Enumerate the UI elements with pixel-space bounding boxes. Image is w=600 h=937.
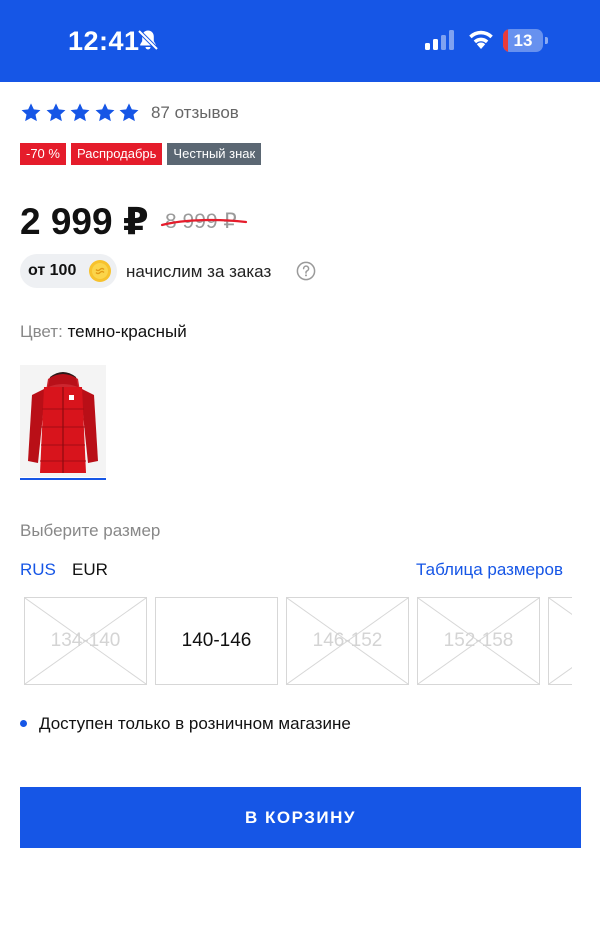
color-swatch-jacket[interactable] <box>20 365 106 477</box>
current-price: 2 999 ₽ <box>20 201 149 242</box>
star-icon <box>70 103 90 122</box>
size-option-label: 134-140 <box>50 630 121 651</box>
add-to-cart-button[interactable]: В КОРЗИНУ <box>20 787 581 848</box>
size-option[interactable]: 152-158 <box>417 597 540 685</box>
reviews-count[interactable]: 87 отзывов <box>151 103 239 123</box>
coin-icon <box>89 260 111 282</box>
star-icon <box>119 103 139 122</box>
bonus-pill: от 100 <box>20 254 117 288</box>
bell-slash-icon <box>137 29 159 51</box>
color-row: Цвет: темно-красный <box>20 322 187 342</box>
size-option[interactable]: 134-140 <box>24 597 147 685</box>
size-system-eur[interactable]: EUR <box>72 560 108 580</box>
size-system-rus[interactable]: RUS <box>20 560 56 580</box>
cellular-signal-icon <box>425 30 454 50</box>
size-option-label: 140-146 <box>181 630 252 651</box>
size-option-label: 146-152 <box>312 630 383 651</box>
star-icon <box>95 103 115 122</box>
star-icon <box>46 103 66 122</box>
help-icon[interactable] <box>296 261 316 281</box>
product-rating[interactable]: 87 отзывов <box>20 102 239 124</box>
battery-level: 13 <box>513 31 533 50</box>
size-option-label <box>549 598 572 684</box>
status-bar: 12:41 13 <box>0 0 600 82</box>
badges: -70 % Распродабрь Честный знак <box>20 143 266 165</box>
color-value: темно-красный <box>67 322 187 341</box>
rating-stars <box>20 102 143 124</box>
size-option-label: 152-158 <box>443 630 514 651</box>
bonus-label: начислим за заказ <box>126 262 272 281</box>
size-option[interactable] <box>548 597 572 685</box>
color-label: Цвет: <box>20 322 63 341</box>
battery-icon: 13 <box>503 29 548 52</box>
availability-text: Доступен только в розничном магазине <box>39 714 351 733</box>
bonus-amount: от 100 <box>28 262 77 279</box>
discount-badge: -70 % <box>20 143 66 165</box>
size-title: Выберите размер <box>20 521 161 540</box>
star-icon <box>21 103 41 122</box>
status-time: 12:41 <box>68 26 140 56</box>
wifi-icon <box>469 30 493 49</box>
size-option[interactable]: 140-146 <box>155 597 278 685</box>
size-table-link[interactable]: Таблица размеров <box>416 560 563 580</box>
size-options: 134-140 140-146 146-152 152-158 <box>0 597 572 687</box>
availability-dot <box>20 720 27 727</box>
size-option[interactable]: 146-152 <box>286 597 409 685</box>
strikethrough-line <box>160 218 248 227</box>
swatch-selected-indicator <box>20 478 106 480</box>
honest-sign-badge: Честный знак <box>167 143 262 165</box>
sale-badge: Распродабрь <box>70 143 163 165</box>
